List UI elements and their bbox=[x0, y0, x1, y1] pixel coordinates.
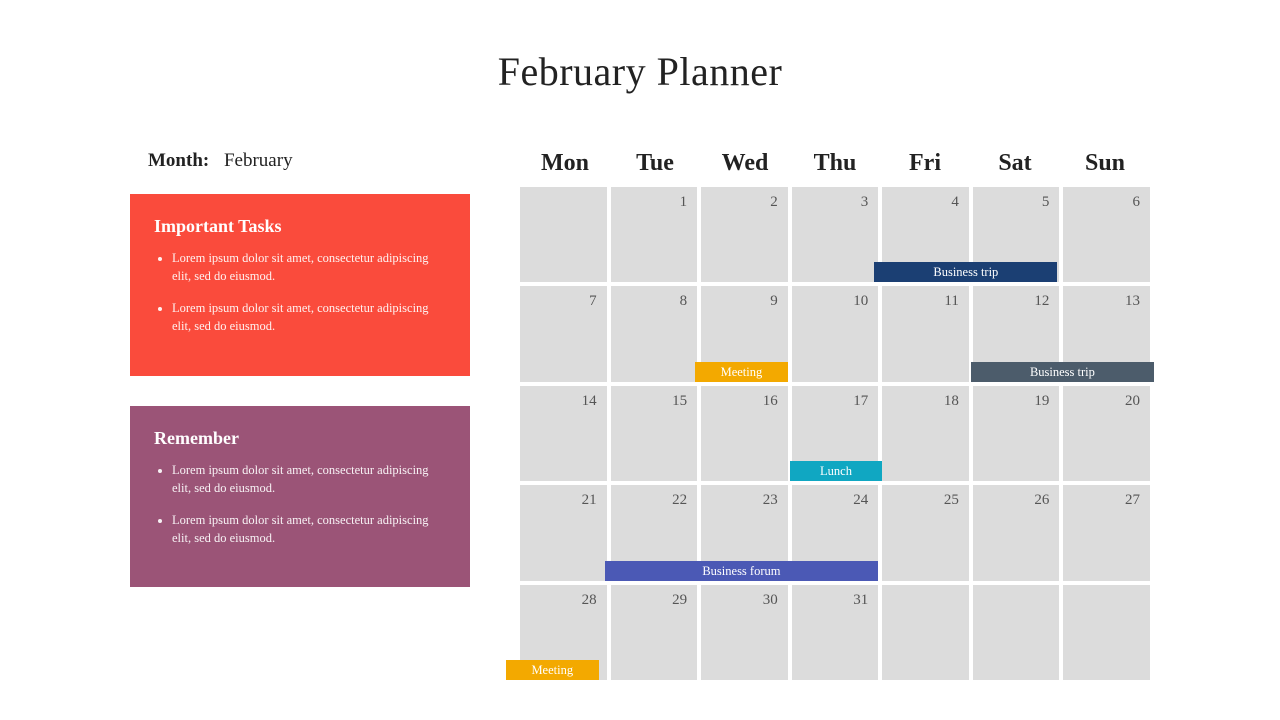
dow-label: Sat bbox=[970, 150, 1060, 177]
month-label: Month: bbox=[148, 150, 209, 171]
dow-label: Wed bbox=[700, 150, 790, 177]
calendar-cell: 22 bbox=[611, 485, 698, 580]
calendar-cell: 18 bbox=[882, 386, 969, 481]
day-number: 21 bbox=[582, 492, 597, 509]
calendar-cell: 11 bbox=[882, 286, 969, 381]
calendar-cell bbox=[520, 187, 607, 282]
remember-card: Remember Lorem ipsum dolor sit amet, con… bbox=[130, 406, 470, 588]
day-number: 30 bbox=[763, 592, 778, 609]
day-of-week-header: Mon Tue Wed Thu Fri Sat Sun bbox=[520, 150, 1150, 177]
day-number: 26 bbox=[1034, 492, 1049, 509]
dow-label: Sun bbox=[1060, 150, 1150, 177]
sidebar: Month: February Important Tasks Lorem ip… bbox=[130, 150, 470, 680]
day-number: 8 bbox=[680, 293, 688, 310]
important-tasks-heading: Important Tasks bbox=[154, 216, 446, 237]
calendar-cell: 21 bbox=[520, 485, 607, 580]
calendar-cell: 14 bbox=[520, 386, 607, 481]
calendar-cell: 25 bbox=[882, 485, 969, 580]
remember-item: Lorem ipsum dolor sit amet, consectetur … bbox=[172, 511, 446, 547]
day-number: 17 bbox=[853, 393, 868, 410]
calendar-cell: 23 bbox=[701, 485, 788, 580]
day-number: 3 bbox=[861, 194, 869, 211]
day-number: 11 bbox=[944, 293, 958, 310]
day-number: 1 bbox=[680, 194, 688, 211]
day-number: 28 bbox=[582, 592, 597, 609]
calendar: Mon Tue Wed Thu Fri Sat Sun 123456789101… bbox=[520, 150, 1150, 680]
day-number: 5 bbox=[1042, 194, 1050, 211]
calendar-cell: 15 bbox=[611, 386, 698, 481]
day-number: 31 bbox=[853, 592, 868, 609]
day-number: 2 bbox=[770, 194, 778, 211]
calendar-cell: 17 bbox=[792, 386, 879, 481]
calendar-cell: 7 bbox=[520, 286, 607, 381]
dow-label: Mon bbox=[520, 150, 610, 177]
calendar-cell: 20 bbox=[1063, 386, 1150, 481]
dow-label: Thu bbox=[790, 150, 880, 177]
calendar-cell: 28 bbox=[520, 585, 607, 680]
day-number: 6 bbox=[1132, 194, 1140, 211]
dow-label: Tue bbox=[610, 150, 700, 177]
remember-item: Lorem ipsum dolor sit amet, consectetur … bbox=[172, 461, 446, 497]
calendar-cell: 9 bbox=[701, 286, 788, 381]
day-number: 9 bbox=[770, 293, 778, 310]
calendar-cell bbox=[973, 585, 1060, 680]
day-number: 15 bbox=[672, 393, 687, 410]
task-item: Lorem ipsum dolor sit amet, consectetur … bbox=[172, 299, 446, 335]
calendar-cell: 12 bbox=[973, 286, 1060, 381]
day-number: 13 bbox=[1125, 293, 1140, 310]
calendar-cell: 5 bbox=[973, 187, 1060, 282]
month-value: February bbox=[224, 150, 293, 171]
calendar-cell: 27 bbox=[1063, 485, 1150, 580]
calendar-cell bbox=[1063, 585, 1150, 680]
main-layout: Month: February Important Tasks Lorem ip… bbox=[130, 150, 1150, 680]
calendar-cell: 30 bbox=[701, 585, 788, 680]
calendar-cell: 29 bbox=[611, 585, 698, 680]
calendar-cell: 31 bbox=[792, 585, 879, 680]
day-number: 7 bbox=[589, 293, 597, 310]
month-row: Month: February bbox=[130, 150, 470, 172]
calendar-grid: 1234567891011121314151617181920212223242… bbox=[520, 187, 1150, 680]
calendar-cell: 8 bbox=[611, 286, 698, 381]
calendar-cell bbox=[882, 585, 969, 680]
day-number: 29 bbox=[672, 592, 687, 609]
calendar-cell: 26 bbox=[973, 485, 1060, 580]
calendar-cell: 2 bbox=[701, 187, 788, 282]
calendar-cell: 6 bbox=[1063, 187, 1150, 282]
day-number: 22 bbox=[672, 492, 687, 509]
calendar-cell: 1 bbox=[611, 187, 698, 282]
day-number: 23 bbox=[763, 492, 778, 509]
day-number: 10 bbox=[853, 293, 868, 310]
day-number: 24 bbox=[853, 492, 868, 509]
day-number: 18 bbox=[944, 393, 959, 410]
day-number: 19 bbox=[1034, 393, 1049, 410]
day-number: 20 bbox=[1125, 393, 1140, 410]
dow-label: Fri bbox=[880, 150, 970, 177]
calendar-cell: 24 bbox=[792, 485, 879, 580]
calendar-cell: 19 bbox=[973, 386, 1060, 481]
day-number: 27 bbox=[1125, 492, 1140, 509]
remember-heading: Remember bbox=[154, 428, 446, 449]
day-number: 16 bbox=[763, 393, 778, 410]
page-title: February Planner bbox=[0, 0, 1280, 95]
day-number: 14 bbox=[582, 393, 597, 410]
day-number: 4 bbox=[951, 194, 959, 211]
calendar-cell: 13 bbox=[1063, 286, 1150, 381]
calendar-cell: 10 bbox=[792, 286, 879, 381]
calendar-cell: 16 bbox=[701, 386, 788, 481]
day-number: 12 bbox=[1034, 293, 1049, 310]
important-tasks-card: Important Tasks Lorem ipsum dolor sit am… bbox=[130, 194, 470, 376]
calendar-cell: 3 bbox=[792, 187, 879, 282]
task-item: Lorem ipsum dolor sit amet, consectetur … bbox=[172, 249, 446, 285]
calendar-cell: 4 bbox=[882, 187, 969, 282]
day-number: 25 bbox=[944, 492, 959, 509]
